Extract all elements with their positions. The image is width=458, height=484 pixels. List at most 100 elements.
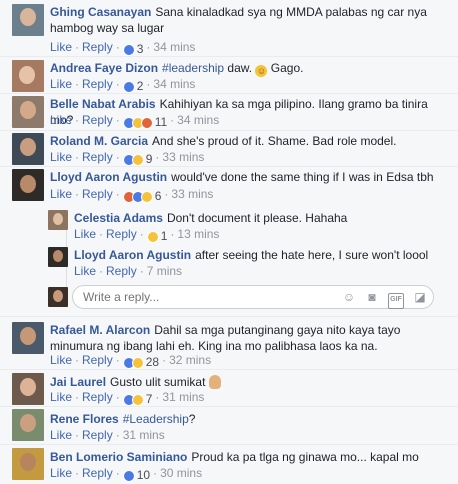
like-link[interactable]: Like xyxy=(50,466,72,480)
divider xyxy=(0,316,458,317)
comment-author[interactable]: Lloyd Aaron Agustin xyxy=(50,170,167,184)
reaction-summary[interactable]: 7 xyxy=(122,392,152,406)
comment-time[interactable]: 31 mins xyxy=(123,428,165,442)
reply-input[interactable] xyxy=(81,289,335,305)
comment-author[interactable]: Jai Laurel xyxy=(50,375,106,389)
comment-time[interactable]: 31 mins xyxy=(162,390,204,404)
reaction-summary[interactable]: 6 xyxy=(122,189,161,203)
reaction-count: 11 xyxy=(154,115,168,129)
like-link[interactable]: Like xyxy=(50,187,72,201)
reaction-summary[interactable]: 11 xyxy=(122,115,168,129)
comment-author[interactable]: Celestia Adams xyxy=(74,211,163,225)
reply-link[interactable]: Reply xyxy=(82,150,113,164)
avatar[interactable] xyxy=(48,210,68,230)
reply-link[interactable]: Reply xyxy=(82,113,113,127)
reply-box: ☺ ◙ GIF ◪ xyxy=(72,285,434,309)
avatar[interactable] xyxy=(12,373,44,405)
reply-link[interactable]: Reply xyxy=(82,40,113,54)
reply-link[interactable]: Reply xyxy=(82,77,113,91)
comment-time[interactable]: 33 mins xyxy=(171,187,213,201)
comment-time[interactable]: 13 mins xyxy=(177,227,219,241)
comment-time[interactable]: 32 mins xyxy=(169,353,211,367)
comment-time[interactable]: 34 mins xyxy=(153,77,195,91)
hand-emoji-icon xyxy=(208,375,221,389)
reaction-summary[interactable]: 1 xyxy=(146,229,167,243)
reaction-summary[interactable]: 28 xyxy=(122,355,160,369)
like-link[interactable]: Like xyxy=(50,113,72,127)
comment-text: after seeing the hate here, I sure won't… xyxy=(195,248,429,262)
reply-input-tools: ☺ ◙ GIF ◪ xyxy=(333,290,427,309)
reply-link[interactable]: Reply xyxy=(82,466,113,480)
avatar[interactable] xyxy=(12,133,44,165)
avatar[interactable] xyxy=(12,409,44,441)
comment-time[interactable]: 33 mins xyxy=(162,150,204,164)
haha-reaction-icon xyxy=(140,190,153,203)
reply-link[interactable]: Reply xyxy=(82,187,113,201)
comment-text: Don't document it please. Hahaha xyxy=(166,211,348,225)
comment-time[interactable]: 34 mins xyxy=(177,113,219,127)
comment-author[interactable]: Ben Lomerio Saminiano xyxy=(50,450,187,464)
divider xyxy=(0,406,458,407)
like-link[interactable]: Like xyxy=(74,264,96,278)
reaction-summary[interactable]: 3 xyxy=(122,42,143,56)
avatar[interactable] xyxy=(12,96,44,128)
like-link[interactable]: Like xyxy=(74,227,96,241)
comment-author[interactable]: Ghing Casanayan xyxy=(50,5,151,19)
like-reaction-icon xyxy=(122,80,135,93)
like-link[interactable]: Like xyxy=(50,77,72,91)
reaction-summary[interactable]: 10 xyxy=(122,468,151,482)
comment-text: ? xyxy=(188,412,196,426)
like-reaction-icon xyxy=(122,43,135,56)
camera-icon[interactable]: ◙ xyxy=(365,290,379,304)
comment-time[interactable]: 34 mins xyxy=(153,40,195,54)
divider xyxy=(0,166,458,167)
comment-author[interactable]: Roland M. Garcia xyxy=(50,134,148,148)
comment-text: Gusto ulit sumikat xyxy=(110,375,209,389)
reaction-count: 10 xyxy=(136,468,151,482)
avatar[interactable] xyxy=(12,4,44,36)
laughing-emoji-icon: ☺ xyxy=(255,65,268,77)
haha-reaction-icon xyxy=(131,153,144,166)
comment-time[interactable]: 30 mins xyxy=(160,466,202,480)
reply-link[interactable]: Reply xyxy=(106,264,137,278)
avatar[interactable] xyxy=(12,322,44,354)
avatar[interactable] xyxy=(12,60,44,92)
comment-author[interactable]: Lloyd Aaron Agustin xyxy=(74,248,191,262)
comment-text: daw. xyxy=(224,61,256,75)
comment-author[interactable]: Rene Flores xyxy=(50,412,119,426)
reply-link[interactable]: Reply xyxy=(82,390,113,404)
comment-author[interactable]: Belle Nabat Arabis xyxy=(50,97,156,111)
emoji-icon[interactable]: ☺ xyxy=(342,290,356,304)
like-link[interactable]: Like xyxy=(50,353,72,367)
divider xyxy=(0,444,458,445)
like-link[interactable]: Like xyxy=(50,40,72,54)
comment-text-end: Gago. xyxy=(267,61,304,75)
sticker-icon[interactable]: ◪ xyxy=(413,290,427,304)
avatar[interactable] xyxy=(12,448,44,480)
comment-author[interactable]: Andrea Faye Dizon xyxy=(50,61,158,75)
comment-text: would've done the same thing if I was in… xyxy=(171,170,434,184)
haha-reaction-icon xyxy=(146,230,159,243)
divider xyxy=(0,369,458,370)
hashtag-link[interactable]: #Leadership xyxy=(123,412,189,426)
reply-link[interactable]: Reply xyxy=(106,227,137,241)
comment-time[interactable]: 7 mins xyxy=(147,264,182,278)
reply-link[interactable]: Reply xyxy=(82,428,113,442)
reaction-summary[interactable]: 2 xyxy=(122,79,143,93)
haha-reaction-icon xyxy=(131,393,144,406)
hashtag-link[interactable]: #leadership xyxy=(162,61,224,75)
gif-icon[interactable]: GIF xyxy=(388,293,404,309)
like-link[interactable]: Like xyxy=(50,150,72,164)
avatar[interactable] xyxy=(48,247,68,267)
haha-reaction-icon xyxy=(131,356,144,369)
divider xyxy=(0,56,458,57)
reaction-count: 28 xyxy=(145,355,160,369)
like-reaction-icon xyxy=(122,469,135,482)
avatar[interactable] xyxy=(12,169,44,201)
reaction-summary[interactable]: 9 xyxy=(122,152,152,166)
like-link[interactable]: Like xyxy=(50,428,72,442)
comment-author[interactable]: Rafael M. Alarcon xyxy=(50,323,150,337)
angry-reaction-icon xyxy=(140,116,153,129)
reply-link[interactable]: Reply xyxy=(82,353,113,367)
like-link[interactable]: Like xyxy=(50,390,72,404)
